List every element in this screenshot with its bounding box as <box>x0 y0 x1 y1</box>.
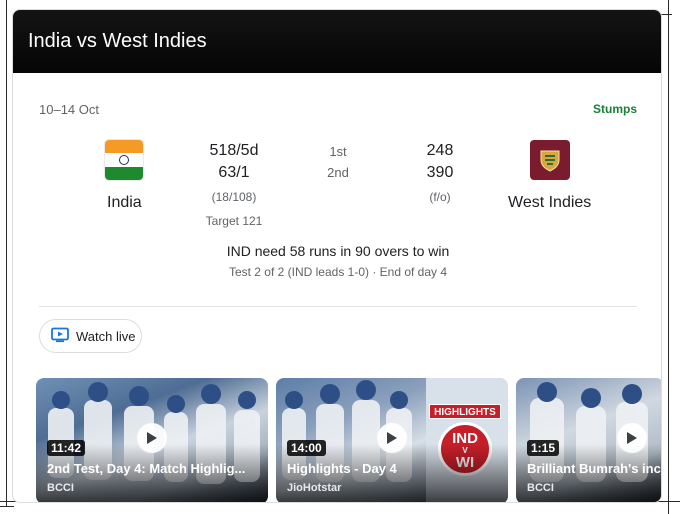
play-icon[interactable] <box>137 423 167 453</box>
match-summary: IND need 58 runs in 90 overs to win <box>226 243 450 259</box>
team1-score-innings2: 63/1 <box>218 164 250 181</box>
video-source: BCCI <box>47 482 74 494</box>
match-dates: 10–14 Oct <box>39 102 99 117</box>
team2-name[interactable]: West Indies <box>508 194 591 212</box>
video-duration: 14:00 <box>287 440 326 456</box>
card-header[interactable]: India vs West Indies <box>13 10 661 73</box>
west-indies-logo-icon[interactable] <box>530 140 570 180</box>
scan-edge-left <box>6 0 7 506</box>
follow-on-note: (f/o) <box>429 190 451 204</box>
video-card-3[interactable]: 1:15 Brilliant Bumrah's inci BCCI <box>516 378 661 502</box>
video-source: JioHotstar <box>287 482 342 494</box>
match-card: India vs West Indies 10–14 Oct Stumps In… <box>12 9 662 503</box>
scan-mark <box>0 506 14 507</box>
series-status: Test 2 of 2 (IND leads 1-0) · End of day… <box>228 265 448 279</box>
highlights-badge-label: HIGHLIGHTS <box>429 404 501 419</box>
innings-second-label: 2nd <box>327 165 349 180</box>
team1-overs: (18/108) <box>211 190 257 204</box>
match-title[interactable]: India vs West Indies <box>28 30 207 53</box>
video-duration: 1:15 <box>527 440 560 456</box>
tv-play-icon <box>51 327 69 346</box>
team1-score-innings1: 518/5d <box>209 142 259 159</box>
scan-edge-right <box>668 0 669 514</box>
video-title[interactable]: Brilliant Bumrah's inci <box>527 461 661 476</box>
team2-score-innings2: 390 <box>426 164 454 181</box>
match-status-badge: Stumps <box>593 102 638 116</box>
play-icon[interactable] <box>617 423 647 453</box>
divider <box>39 306 637 307</box>
play-icon[interactable] <box>377 423 407 453</box>
video-card-2[interactable]: HIGHLIGHTS IND V WI 14:00 Highlights - D… <box>276 378 508 502</box>
video-card-1[interactable]: 11:42 2nd Test, Day 4: Match Highlig... … <box>36 378 268 502</box>
video-duration: 11:42 <box>47 440 86 456</box>
video-title[interactable]: 2nd Test, Day 4: Match Highlig... <box>47 461 257 476</box>
video-source: BCCI <box>527 482 554 494</box>
india-flag-icon[interactable] <box>105 140 143 180</box>
video-title[interactable]: Highlights - Day 4 <box>287 461 497 476</box>
watch-live-button[interactable]: Watch live <box>39 319 142 353</box>
watch-live-label: Watch live <box>76 328 136 344</box>
innings-first-label: 1st <box>329 144 347 159</box>
team1-name[interactable]: India <box>107 194 142 212</box>
team2-score-innings1: 248 <box>426 142 454 159</box>
target-text: Target 121 <box>205 214 263 228</box>
